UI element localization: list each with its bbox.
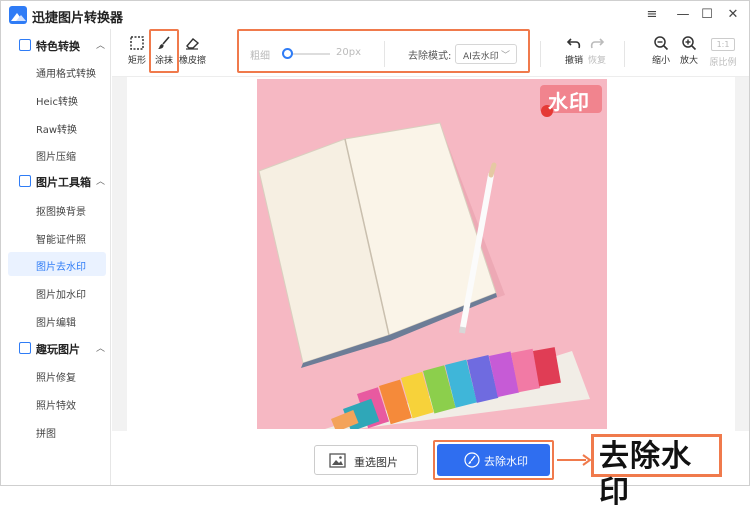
eraser-tool-label: 橡皮擦 [179, 56, 207, 66]
original-ratio-button[interactable]: 1:1 原比例 [708, 29, 738, 69]
zoom-out-label: 缩小 [651, 56, 670, 66]
chevron-down-icon: ﹀ [500, 51, 510, 61]
sidebar: 特色转换 ︿ 通用格式转换 Heic转换 Raw转换 图片压缩 图片工具箱 ︿ … [2, 29, 111, 485]
sidebar-group-special[interactable]: 特色转换 ︿ [2, 33, 111, 57]
remove-watermark-label: 去除水印 [484, 455, 528, 468]
close-icon[interactable]: ✕ [722, 6, 744, 24]
rect-tool-label: 矩形 [127, 56, 146, 66]
sidebar-item-remove-watermark[interactable]: 图片去水印 [8, 252, 106, 276]
eraser-icon [186, 38, 200, 50]
thickness-slider-handle[interactable] [282, 48, 293, 59]
redo-button[interactable]: 恢复 [584, 29, 610, 69]
chevron-up-icon: ︿ [96, 344, 106, 354]
canvas-area: 水印 [112, 77, 749, 431]
sidebar-item-label: 图片加水印 [36, 290, 86, 301]
eraser-tool[interactable]: 橡皮擦 [179, 29, 207, 69]
sidebar-item-label: Raw转换 [36, 125, 78, 136]
smear-tool[interactable]: 涂抹 [151, 29, 177, 69]
callout-text: 去除水印 [599, 439, 692, 510]
sidebar-group-label: 趣玩图片 [36, 343, 80, 356]
thickness-label: 粗细 [250, 51, 270, 62]
zoom-out-button[interactable]: 缩小 [648, 29, 674, 69]
sidebar-item-label: 智能证件照 [36, 235, 86, 246]
remove-watermark-callout: 去除水印 [591, 434, 722, 510]
sidebar-group-label: 图片工具箱 [36, 176, 91, 189]
reselect-image-label: 重选图片 [354, 456, 398, 469]
remove-watermark-button[interactable]: 去除水印 [437, 444, 550, 476]
arrow-right-icon [557, 454, 592, 466]
image-icon [329, 453, 346, 468]
sidebar-item-edit[interactable]: 图片编辑 [8, 308, 106, 332]
sidebar-item-label: 拼图 [36, 429, 56, 440]
notebook-photo-image [257, 79, 607, 429]
rect-select-icon [130, 36, 144, 50]
sidebar-item-collage[interactable]: 拼图 [8, 419, 106, 443]
mode-select-value: AI去水印 [463, 52, 499, 62]
sidebar-item-id-photo[interactable]: 智能证件照 [8, 225, 106, 249]
sidebar-item-label: 图片编辑 [36, 318, 76, 329]
app-logo-icon [9, 6, 27, 24]
watermark-text: 水印 [548, 90, 590, 114]
chevron-up-icon: ︿ [96, 41, 106, 51]
sidebar-item-format[interactable]: 通用格式转换 [8, 59, 106, 83]
toolbar-divider [384, 41, 385, 67]
toolbar-divider [624, 41, 625, 67]
sidebar-item-raw[interactable]: Raw转换 [8, 115, 106, 139]
image-icon [19, 342, 31, 354]
sidebar-item-label: 通用格式转换 [36, 69, 96, 80]
thickness-value: 20px [336, 47, 361, 58]
redo-label: 恢复 [587, 56, 606, 66]
sidebar-group-fun[interactable]: 趣玩图片 ︿ [2, 336, 111, 360]
sidebar-item-label: 图片去水印 [36, 262, 86, 273]
sidebar-group-label: 特色转换 [36, 40, 80, 53]
app-title: 迅捷图片转换器 [32, 11, 124, 26]
maximize-icon[interactable]: ☐ [696, 6, 718, 24]
toolbox-icon [19, 175, 31, 187]
zoom-in-label: 放大 [679, 56, 698, 66]
sidebar-item-cutout[interactable]: 抠图换背景 [8, 197, 106, 221]
sidebar-group-toolbox[interactable]: 图片工具箱 ︿ [2, 169, 111, 193]
sidebar-item-restore[interactable]: 照片修复 [8, 363, 106, 387]
photo-preview[interactable]: 水印 [257, 79, 607, 429]
convert-icon [19, 39, 31, 51]
sidebar-item-label: 抠图换背景 [36, 207, 86, 218]
mode-label: 去除模式: [408, 51, 452, 62]
smear-tool-label: 涂抹 [154, 56, 173, 66]
sidebar-item-label: 图片压缩 [36, 152, 76, 163]
reselect-image-button[interactable]: 重选图片 [314, 445, 418, 475]
ratio-icon: 1:1 [711, 38, 735, 51]
sidebar-item-compress[interactable]: 图片压缩 [8, 142, 106, 166]
image-workarea[interactable]: 水印 [127, 77, 735, 431]
title-bar: 迅捷图片转换器 ≡ — ☐ ✕ [1, 1, 749, 29]
toolbar-divider [540, 41, 541, 67]
sidebar-item-label: 照片修复 [36, 373, 76, 384]
sidebar-item-label: Heic转换 [36, 97, 78, 108]
rect-tool[interactable]: 矩形 [124, 29, 150, 69]
chevron-up-icon: ︿ [96, 177, 106, 187]
undo-icon [566, 38, 581, 49]
brush-icon [464, 452, 480, 468]
zoom-out-icon [654, 36, 669, 51]
sidebar-item-effects[interactable]: 照片特效 [8, 391, 106, 415]
ratio-label: 原比例 [709, 58, 737, 68]
brush-icon [158, 36, 170, 49]
minimize-icon[interactable]: — [672, 6, 694, 24]
mode-select[interactable]: AI去水印 ﹀ [455, 44, 517, 64]
sidebar-item-heic[interactable]: Heic转换 [8, 87, 106, 111]
redo-icon [590, 38, 605, 49]
app-window: 迅捷图片转换器 ≡ — ☐ ✕ 特色转换 ︿ 通用格式转换 Heic转换 Raw… [0, 0, 750, 510]
zoom-in-icon [682, 36, 697, 51]
sidebar-item-add-watermark[interactable]: 图片加水印 [8, 280, 106, 304]
toolbar: 矩形 涂抹 橡皮擦 粗细 20px 去除模式: AI去水印 ﹀ 撤销 恢复 缩小… [112, 29, 749, 77]
menu-icon[interactable]: ≡ [641, 6, 663, 24]
sidebar-item-label: 照片特效 [36, 401, 76, 412]
zoom-in-button[interactable]: 放大 [676, 29, 702, 69]
